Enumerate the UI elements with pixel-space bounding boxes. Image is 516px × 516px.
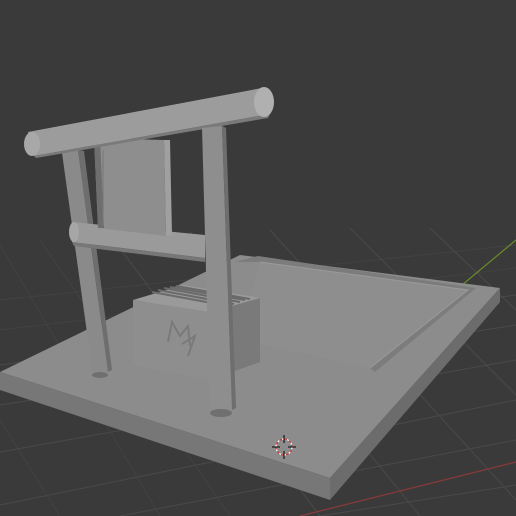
offering-box[interactable]: [133, 285, 260, 380]
3d-viewport[interactable]: [0, 0, 516, 516]
viewport-canvas[interactable]: [0, 0, 516, 516]
plaque-sign[interactable]: [94, 138, 172, 236]
